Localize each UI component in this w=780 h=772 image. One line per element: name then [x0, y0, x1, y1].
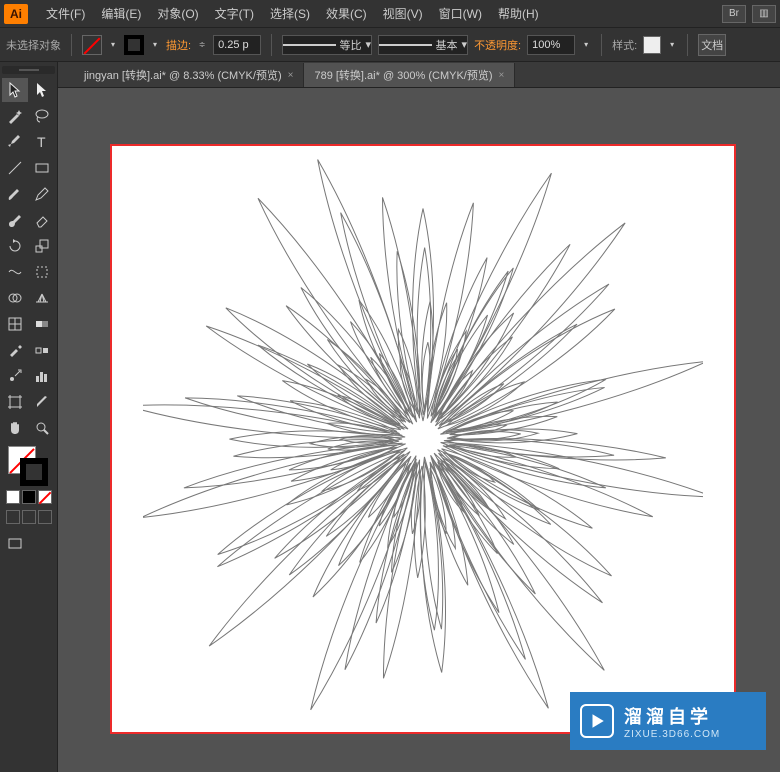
artboard-tool[interactable]: [2, 390, 28, 414]
tab-label: 789 [转换].ai* @ 300% (CMYK/预览): [314, 67, 492, 83]
pencil-tool[interactable]: [30, 182, 56, 206]
play-icon: [580, 704, 614, 738]
uniform-label: 等比: [340, 37, 362, 53]
lasso-tool[interactable]: [30, 104, 56, 128]
stroke-swatch[interactable]: [124, 35, 144, 55]
menu-window[interactable]: 窗口(W): [431, 1, 490, 26]
eraser-tool[interactable]: [30, 208, 56, 232]
menu-effect[interactable]: 效果(C): [318, 1, 375, 26]
magic-wand-tool[interactable]: [2, 104, 28, 128]
watermark-title: 溜溜自学: [624, 703, 720, 729]
stroke-label[interactable]: 描边:: [166, 37, 191, 53]
separator: [271, 34, 272, 56]
stroke-width-input[interactable]: [213, 35, 261, 55]
rectangle-tool[interactable]: [30, 156, 56, 180]
bridge-button[interactable]: Br: [722, 5, 746, 23]
hand-tool[interactable]: [2, 416, 28, 440]
svg-text:T: T: [37, 134, 46, 150]
separator: [687, 34, 688, 56]
style-swatch[interactable]: [643, 36, 661, 54]
app-logo: Ai: [4, 4, 28, 24]
symbol-sprayer-tool[interactable]: [2, 364, 28, 388]
menu-object[interactable]: 对象(O): [149, 1, 206, 26]
close-icon[interactable]: ×: [288, 70, 294, 81]
options-bar: 未选择对象 ▾ ▾ 描边: ≑ 等比▾ 基本▾ 不透明度: ▾ 样式: ▾ 文档: [0, 28, 780, 62]
separator: [71, 34, 72, 56]
close-icon[interactable]: ×: [499, 70, 505, 81]
menu-help[interactable]: 帮助(H): [490, 1, 547, 26]
document-tabs: jingyan [转换].ai* @ 8.33% (CMYK/预览) × 789…: [0, 62, 780, 88]
menu-select[interactable]: 选择(S): [262, 1, 318, 26]
artboard[interactable]: [110, 144, 736, 734]
mesh-tool[interactable]: [2, 312, 28, 336]
scale-tool[interactable]: [30, 234, 56, 258]
fill-dropdown[interactable]: ▾: [108, 36, 118, 54]
basic-label: 基本: [436, 37, 458, 53]
eyedropper-tool[interactable]: [2, 338, 28, 362]
opacity-input[interactable]: [527, 35, 575, 55]
width-profile-dropdown[interactable]: 等比▾: [282, 35, 372, 55]
draw-behind-button[interactable]: [22, 510, 36, 524]
style-label: 样式:: [612, 37, 637, 53]
blend-tool[interactable]: [30, 338, 56, 362]
screen-mode-button[interactable]: [2, 532, 28, 556]
zoom-tool[interactable]: [30, 416, 56, 440]
opacity-label[interactable]: 不透明度:: [474, 37, 521, 53]
direct-selection-tool[interactable]: [30, 78, 56, 102]
selection-tool[interactable]: [2, 78, 28, 102]
menu-bar: Ai 文件(F) 编辑(E) 对象(O) 文字(T) 选择(S) 效果(C) 视…: [0, 0, 780, 28]
width-tool[interactable]: [2, 260, 28, 284]
draw-normal-button[interactable]: [6, 510, 20, 524]
none-mode-button[interactable]: [38, 490, 52, 504]
fill-stroke-indicator[interactable]: [8, 446, 48, 486]
tool-panel: T: [0, 62, 58, 772]
color-mode-button[interactable]: [6, 490, 20, 504]
separator: [601, 34, 602, 56]
style-dropdown[interactable]: ▾: [667, 36, 677, 54]
watermark-url: ZIXUE.3D66.COM: [624, 729, 720, 740]
shape-builder-tool[interactable]: [2, 286, 28, 310]
stroke-indicator[interactable]: [20, 458, 48, 486]
stroke-dropdown[interactable]: ▾: [150, 36, 160, 54]
column-graph-tool[interactable]: [30, 364, 56, 388]
stroke-stepper[interactable]: ≑: [197, 36, 207, 54]
opacity-dropdown[interactable]: ▾: [581, 36, 591, 54]
tab-jingyan[interactable]: jingyan [转换].ai* @ 8.33% (CMYK/预览) ×: [74, 63, 304, 87]
panel-grip[interactable]: [2, 66, 55, 74]
paintbrush-tool[interactable]: [2, 182, 28, 206]
menu-view[interactable]: 视图(V): [375, 1, 431, 26]
tab-789[interactable]: 789 [转换].ai* @ 300% (CMYK/预览) ×: [304, 63, 515, 87]
selection-status: 未选择对象: [6, 37, 61, 53]
layout-button[interactable]: ▥: [752, 5, 776, 23]
perspective-grid-tool[interactable]: [30, 286, 56, 310]
gradient-tool[interactable]: [30, 312, 56, 336]
type-tool[interactable]: T: [30, 130, 56, 154]
gradient-mode-button[interactable]: [22, 490, 36, 504]
fill-swatch[interactable]: [82, 35, 102, 55]
tab-label: jingyan [转换].ai* @ 8.33% (CMYK/预览): [84, 67, 282, 83]
menu-edit[interactable]: 编辑(E): [93, 1, 149, 26]
canvas[interactable]: [58, 88, 780, 772]
draw-inside-button[interactable]: [38, 510, 52, 524]
blob-brush-tool[interactable]: [2, 208, 28, 232]
doc-setup-button[interactable]: 文档: [698, 34, 726, 56]
brush-dropdown[interactable]: 基本▾: [378, 35, 468, 55]
pen-tool[interactable]: [2, 130, 28, 154]
menu-file[interactable]: 文件(F): [38, 1, 93, 26]
line-tool[interactable]: [2, 156, 28, 180]
free-transform-tool[interactable]: [30, 260, 56, 284]
menu-type[interactable]: 文字(T): [207, 1, 262, 26]
watermark: 溜溜自学 ZIXUE.3D66.COM: [570, 692, 766, 750]
rotate-tool[interactable]: [2, 234, 28, 258]
artwork-starburst[interactable]: [143, 159, 703, 719]
slice-tool[interactable]: [30, 390, 56, 414]
